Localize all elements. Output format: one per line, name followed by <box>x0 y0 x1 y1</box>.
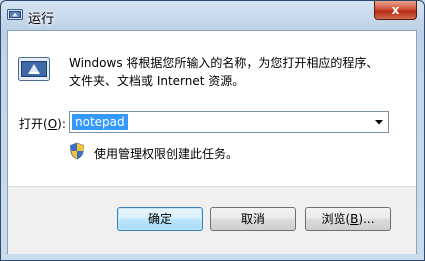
cancel-button[interactable]: 取消 <box>210 207 296 231</box>
run-app-icon <box>7 9 23 20</box>
open-combobox[interactable]: notepad <box>69 111 389 133</box>
description-text: Windows 将根据您所输入的名称，为您打开相应的程序、 文件夹、文档或 In… <box>69 54 399 90</box>
window-title: 运行 <box>28 12 55 27</box>
open-label-suffix: ): <box>57 117 66 131</box>
run-program-icon <box>18 57 50 81</box>
description-line-1: Windows 将根据您所输入的名称，为您打开相应的程序、 <box>69 56 379 70</box>
description-line-2: 文件夹、文档或 Internet 资源。 <box>69 74 245 88</box>
close-icon: x <box>391 3 400 17</box>
uac-shield-icon <box>70 142 84 160</box>
browse-button[interactable]: 浏览(B)... <box>305 207 391 231</box>
open-label-prefix: 打开( <box>19 117 48 131</box>
dropdown-arrow-icon[interactable] <box>372 116 386 128</box>
admin-privilege-note: 使用管理权限创建此任务。 <box>94 147 239 161</box>
browse-label-suffix: )... <box>358 212 375 226</box>
open-input-value[interactable]: notepad <box>72 114 128 130</box>
title-bar[interactable]: 运行 x <box>1 1 424 31</box>
ok-button[interactable]: 确定 <box>117 207 203 231</box>
open-label: 打开(O): <box>19 115 66 132</box>
browse-label-prefix: 浏览( <box>321 212 351 226</box>
close-button[interactable]: x <box>374 1 417 20</box>
open-label-accel: O <box>47 117 58 131</box>
run-dialog: 运行 x Windows 将根据您所输入的名称，为您打开相应的程序、 文件夹、文… <box>0 0 425 261</box>
